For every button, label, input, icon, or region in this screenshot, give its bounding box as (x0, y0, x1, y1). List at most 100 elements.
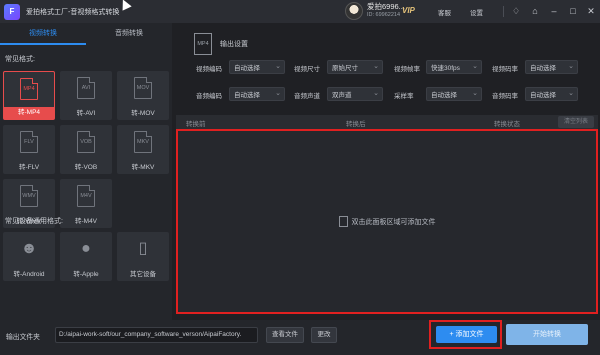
settings-link[interactable]: 设置 (470, 7, 483, 17)
user-info[interactable]: 爱拍6996... ID: 69962214 (345, 2, 405, 20)
select-value: 原始尺寸 (332, 65, 358, 72)
select-value: 自动选择 (530, 65, 556, 72)
format-label: 转-VOB (74, 164, 98, 171)
chevron-down-icon: ⌄ (373, 63, 379, 70)
avatar[interactable] (345, 2, 363, 20)
app-logo-icon: F (4, 3, 20, 20)
file-drop-area[interactable]: 双击此面板区域可添加文件 (176, 129, 598, 314)
mov-file-icon: MOV (134, 77, 152, 99)
m4v-file-icon: M4V (77, 185, 95, 207)
tab-audio-convert[interactable]: 音频转换 (86, 23, 172, 45)
select-value: 自动选择 (234, 92, 260, 99)
close-icon[interactable]: ✕ (584, 4, 598, 18)
format-label: 转-MOV (131, 110, 155, 117)
video-size-label: 视频尺寸 (294, 66, 320, 73)
select-value: 快速30fps (431, 65, 460, 72)
audio-bitrate-label: 音频码率 (492, 93, 518, 100)
avi-file-icon: AVI (77, 77, 95, 99)
device-other[interactable]: ▯ 其它设备 (117, 232, 169, 281)
user-id: ID: 69962214 (367, 12, 401, 18)
format-label: 转-M4V (74, 218, 98, 225)
common-formats-title: 常见格式: (5, 56, 35, 63)
output-settings: MP4 输出设置 视频编码 自动选择 ⌄ 视频尺寸 原始尺寸 ⌄ 视频帧率 快速30… (176, 23, 600, 115)
format-label: 转-AVI (76, 110, 96, 117)
user-name: 爱拍6996... (367, 2, 405, 11)
video-fps-label: 视频帧率 (394, 66, 420, 73)
device-label: 转-Apple (73, 271, 99, 278)
skin-icon[interactable]: ♢ (509, 4, 523, 18)
format-label: 转-MP4 (4, 107, 54, 119)
android-icon: ☻ (20, 240, 38, 257)
video-codec-label: 视频编码 (196, 66, 222, 73)
minimize-icon[interactable]: – (547, 4, 561, 18)
drop-hint: 双击此面板区域可添加文件 (351, 218, 436, 226)
format-panel: 视频转换 音频转换 常见格式: MP4 转-MP4 AVI 转-AVI MOV … (0, 23, 172, 320)
vob-file-icon: VOB (77, 131, 95, 153)
chevron-down-icon: ⌄ (275, 90, 281, 97)
maximize-icon[interactable]: □ (566, 4, 580, 18)
tab-video-convert[interactable]: 视频转换 (0, 23, 86, 45)
chevron-down-icon: ⌄ (275, 63, 281, 70)
select-value: 双声道 (332, 92, 352, 99)
audio-bitrate-select[interactable]: 自动选择 ⌄ (525, 87, 578, 101)
service-link[interactable]: 客服 (438, 7, 451, 17)
select-value: 自动选择 (431, 92, 457, 99)
apple-icon: ● (81, 240, 91, 257)
header-status: 转换状态 (494, 121, 520, 128)
header-after: 转换后 (346, 121, 366, 128)
device-label: 其它设备 (130, 271, 156, 278)
device-formats-title: 常见设备通用格式: (5, 218, 63, 225)
bottom-bar: 输出文件夹 D:/aipai-work-soft/our_company_sof… (0, 320, 600, 355)
select-value: 自动选择 (530, 92, 556, 99)
format-flv[interactable]: FLV 转-FLV (3, 125, 55, 174)
audio-channel-label: 音频声道 (294, 93, 320, 100)
format-avi[interactable]: AVI 转-AVI (60, 71, 112, 120)
device-apple[interactable]: ● 转-Apple (60, 232, 112, 281)
sample-rate-label: 采样率 (394, 93, 414, 100)
view-files-button[interactable]: 查看文件 (266, 327, 304, 343)
app-title: 爱拍格式工厂-音视频格式转换 (26, 8, 120, 16)
device-android[interactable]: ☻ 转-Android (3, 232, 55, 281)
video-fps-select[interactable]: 快速30fps ⌄ (426, 60, 482, 74)
format-tabs: 视频转换 音频转换 (0, 23, 172, 45)
file-icon (338, 216, 348, 227)
output-settings-title: 输出设置 (220, 41, 248, 48)
change-folder-button[interactable]: 更改 (311, 327, 337, 343)
vip-badge[interactable]: VIP (402, 6, 415, 15)
output-folder-label: 输出文件夹 (6, 334, 40, 341)
audio-codec-label: 音频编码 (196, 93, 222, 100)
phone-icon: ▯ (138, 240, 148, 257)
format-vob[interactable]: VOB 转-VOB (60, 125, 112, 174)
header-before: 转换前 (186, 121, 206, 128)
flv-file-icon: FLV (20, 131, 38, 153)
format-mp4[interactable]: MP4 转-MP4 (3, 71, 55, 120)
chevron-down-icon: ⌄ (472, 90, 478, 97)
file-list-header: 转换前 转换后 转换状态 清空列表 (176, 115, 598, 129)
sample-rate-select[interactable]: 自动选择 ⌄ (426, 87, 482, 101)
mkv-file-icon: MKV (134, 131, 152, 153)
wmv-file-icon: WMV (20, 185, 38, 207)
chevron-down-icon: ⌄ (472, 63, 478, 70)
chevron-down-icon: ⌄ (568, 90, 574, 97)
output-format-icon: MP4 (194, 33, 212, 55)
chevron-down-icon: ⌄ (373, 90, 379, 97)
clear-list-button[interactable]: 清空列表 (557, 116, 594, 128)
video-size-select[interactable]: 原始尺寸 ⌄ (327, 60, 383, 74)
output-path-field[interactable]: D:/aipai-work-soft/our_company_software_… (55, 327, 258, 343)
home-icon[interactable]: ⌂ (528, 4, 542, 18)
format-mov[interactable]: MOV 转-MOV (117, 71, 169, 120)
chevron-down-icon: ⌄ (568, 63, 574, 70)
format-m4v[interactable]: M4V 转-M4V (60, 179, 112, 228)
select-value: 自动选择 (234, 65, 260, 72)
format-mkv[interactable]: MKV 转-MKV (117, 125, 169, 174)
format-label: 转-FLV (18, 164, 40, 171)
video-codec-select[interactable]: 自动选择 ⌄ (229, 60, 285, 74)
video-bitrate-select[interactable]: 自动选择 ⌄ (525, 60, 578, 74)
add-file-button[interactable]: + 添加文件 (436, 326, 497, 343)
device-label: 转-Android (13, 271, 45, 278)
start-convert-button[interactable]: 开始转换 (506, 324, 588, 345)
audio-codec-select[interactable]: 自动选择 ⌄ (229, 87, 285, 101)
mp4-file-icon: MP4 (20, 78, 38, 100)
title-divider (503, 6, 504, 17)
audio-channel-select[interactable]: 双声道 ⌄ (327, 87, 383, 101)
